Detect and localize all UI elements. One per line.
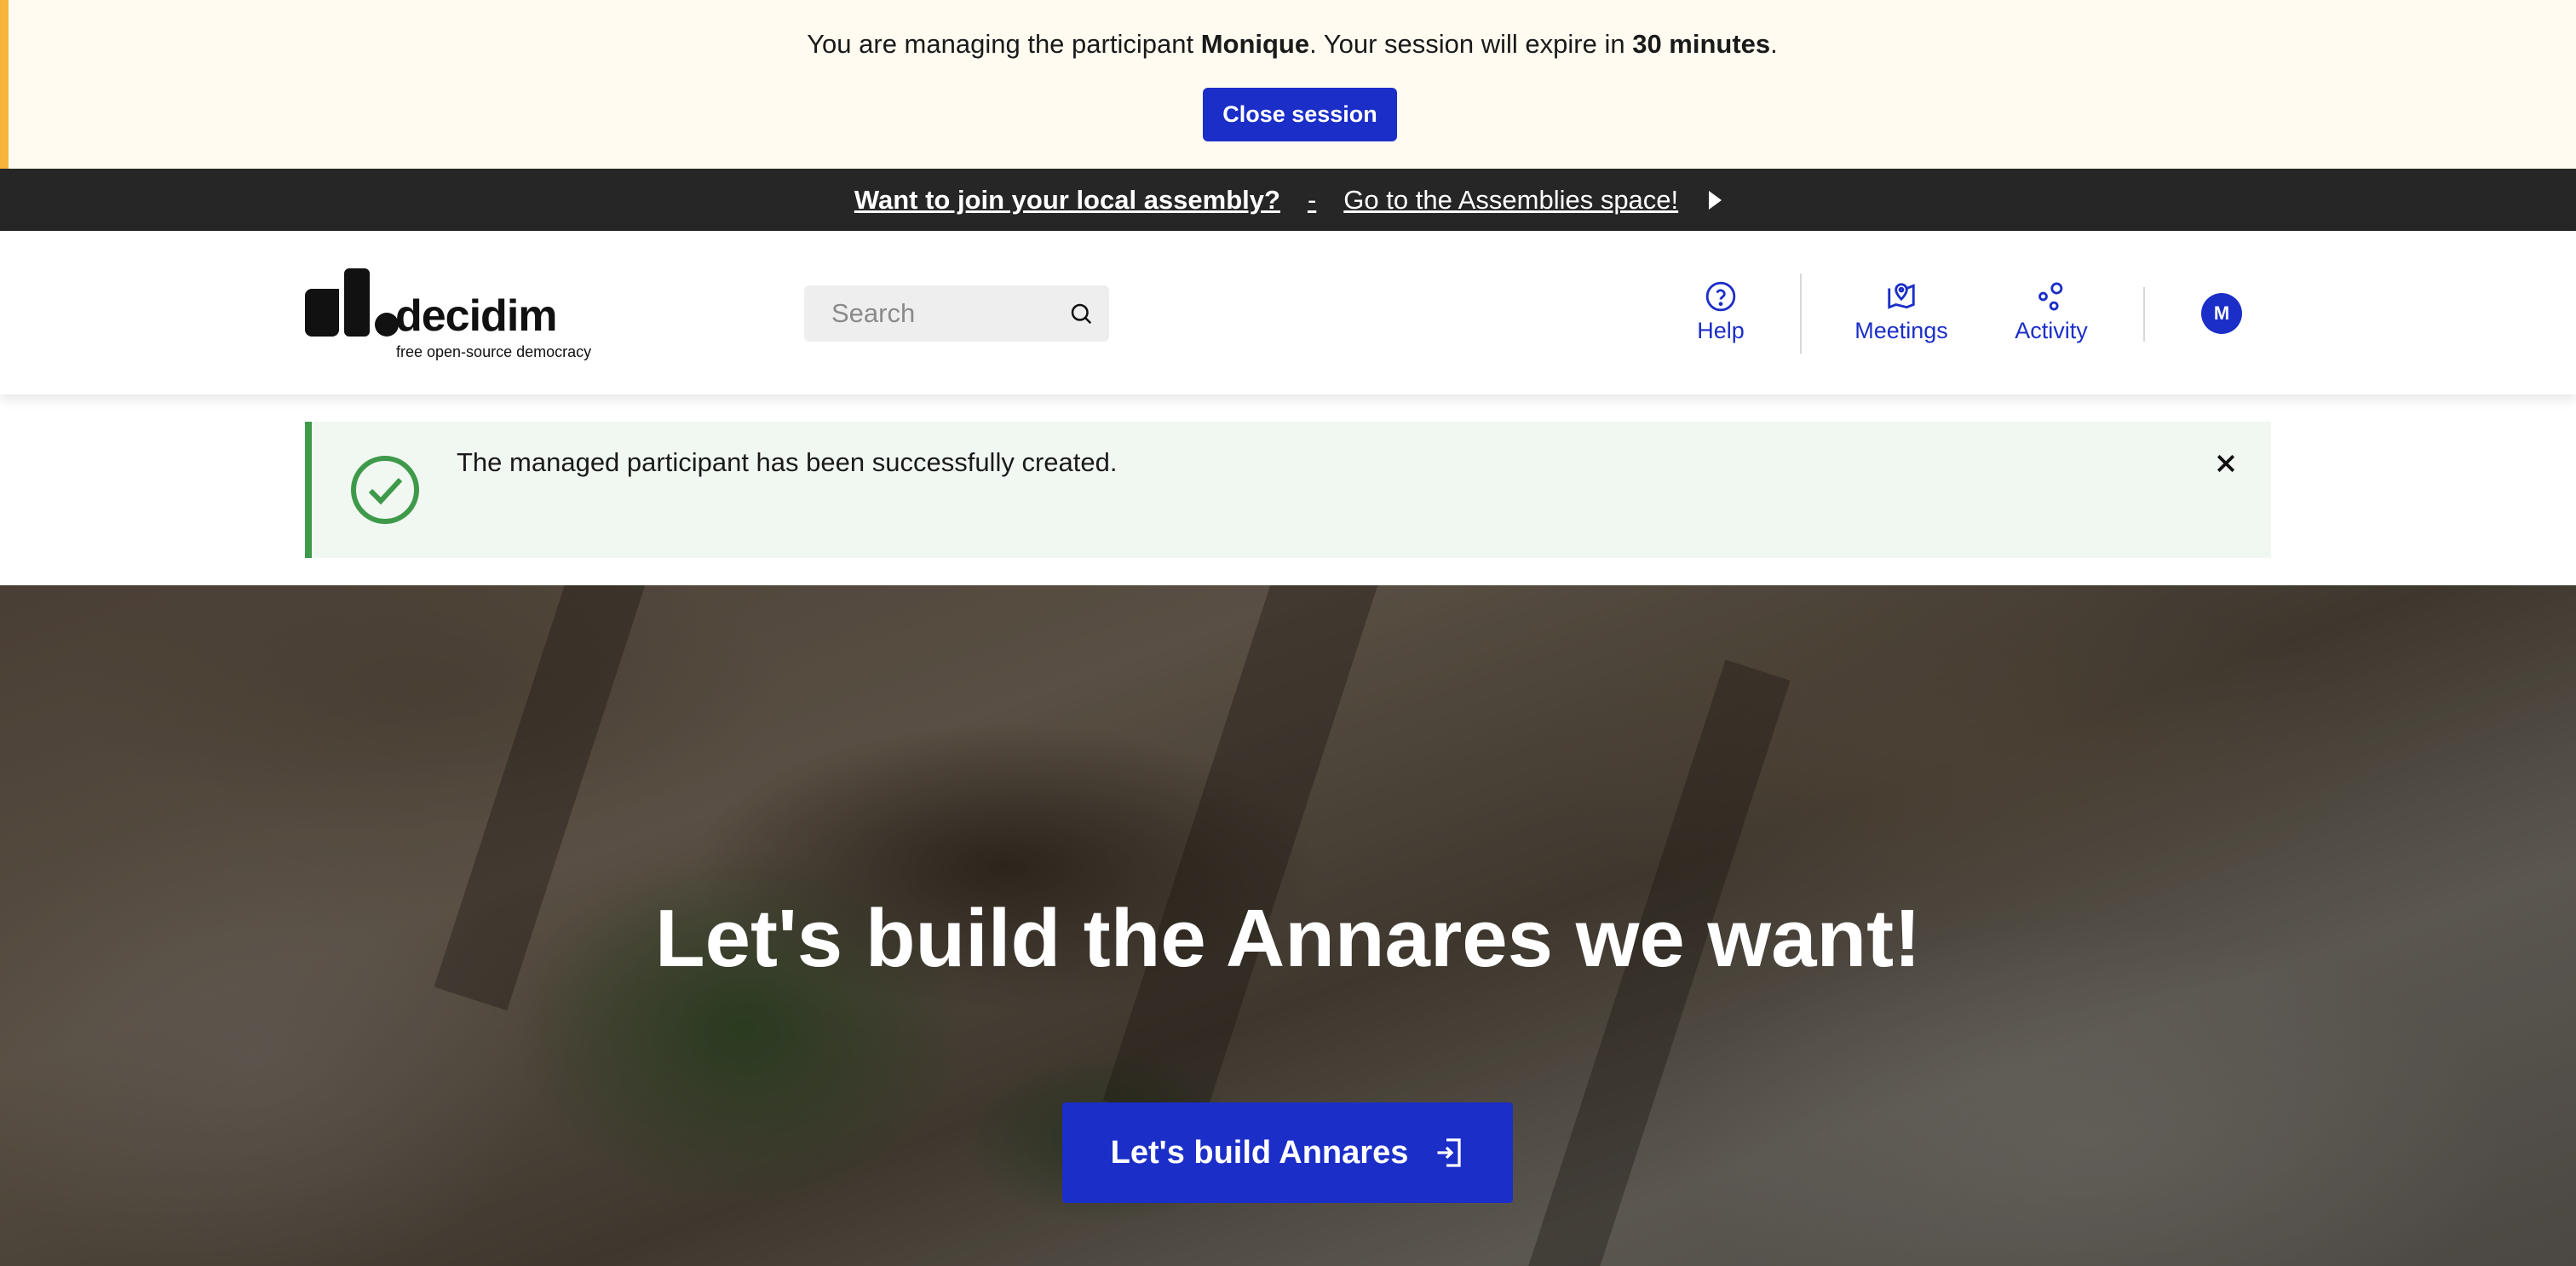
impersonation-message: You are managing the participant Monique… [9, 26, 2576, 63]
search-icon[interactable] [1068, 301, 1094, 326]
hero-section: Let's build the Annares we want! Let's b… [0, 585, 2576, 1266]
map-pin-icon [1888, 283, 1915, 309]
impersonation-banner: You are managing the participant Monique… [0, 0, 2576, 169]
nav-divider [2143, 287, 2145, 342]
search-input[interactable] [804, 285, 1060, 342]
impersonation-text: . Your session will expire in [1309, 29, 1633, 59]
sign-in-icon [1437, 1138, 1461, 1167]
logo-wordmark: decidim [395, 291, 557, 341]
logo-mark [344, 268, 370, 337]
help-icon [1705, 281, 1736, 312]
close-session-button[interactable]: Close session [1203, 88, 1397, 141]
flash-message: The managed participant has been success… [457, 447, 1118, 477]
main-header: decidim free open-source democracy Help … [0, 231, 2576, 394]
impersonation-text: . [1770, 29, 1778, 59]
hero-title: Let's build the Annares we want! [654, 893, 1922, 984]
search-box [804, 285, 1109, 342]
assemblies-link[interactable]: Go to the Assemblies space! [1343, 185, 1678, 216]
check-circle-icon [351, 456, 419, 524]
nav-activity[interactable]: Activity [2010, 280, 2092, 348]
hero-cta-label: Let's build Annares [1110, 1134, 1409, 1171]
nav-activity-label: Activity [2015, 318, 2088, 343]
nav-help-label: Help [1697, 318, 1745, 343]
play-arrow-icon[interactable] [1709, 190, 1722, 210]
participant-name: Monique [1200, 29, 1310, 59]
close-icon[interactable] [2213, 451, 2239, 476]
session-expiry: 30 minutes [1632, 29, 1771, 59]
nav-divider [1800, 273, 1802, 354]
logo-tagline: free open-source democracy [396, 343, 592, 360]
flash-success: The managed participant has been success… [305, 422, 2271, 558]
decidim-logo[interactable]: decidim free open-source democracy [305, 265, 629, 363]
announcement-title-link[interactable]: Want to join your local assembly? [854, 185, 1280, 216]
announcement-bar: Want to join your local assembly? - Go t… [0, 169, 2576, 231]
hero-cta-button[interactable]: Let's build Annares [1062, 1102, 1513, 1203]
logo-mark [305, 289, 339, 337]
nav-meetings[interactable]: Meetings [1850, 280, 1952, 348]
nav-help[interactable]: Help [1695, 280, 1746, 348]
nav-meetings-label: Meetings [1854, 318, 1948, 343]
impersonation-text: You are managing the participant [807, 29, 1201, 59]
announcement-separator: - [1307, 184, 1317, 215]
avatar[interactable]: M [2201, 293, 2242, 334]
activity-icon [2038, 282, 2063, 311]
